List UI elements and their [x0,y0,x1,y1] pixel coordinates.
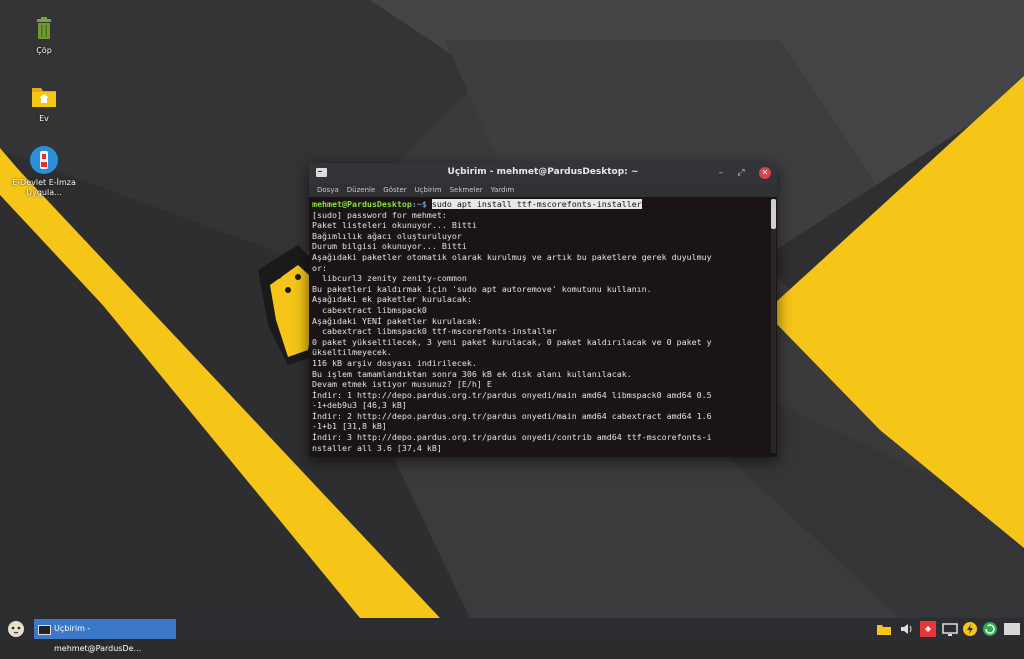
output-lines: [sudo] password for mehmet: Paket listel… [312,210,712,453]
show-desktop-icon[interactable] [1003,621,1020,637]
output-line: -1+deb9u3 [46,3 kB] [312,400,407,411]
usb-token-icon [30,146,58,174]
output-line: ükseltilmeyecek. [312,347,392,358]
desktop-icon-label: Çöp [36,46,52,55]
desktop-icon-label: E-Devlet E-İmza Uygula... [12,178,76,197]
menu-dosya[interactable]: Dosya [313,183,343,197]
output-line: Aşağıdaki YENİ paketler kurulacak: [312,315,482,326]
output-line: Devam etmek istiyor musunuz? [E/h] E [312,379,492,390]
anydesk-icon[interactable] [920,621,936,637]
output-line: 116 kB arşiv dosyası indirilecek. [312,357,477,368]
menu-duzenle[interactable]: Düzenle [343,183,380,197]
menu-goster[interactable]: Göster [379,183,410,197]
output-line: Bağımlılık ağacı oluşturuluyor [312,230,462,241]
trash-icon [30,14,58,42]
menu-yardim[interactable]: Yardım [487,183,519,197]
volume-icon[interactable] [898,621,914,637]
desktop-icon-edevlet[interactable]: E-Devlet E-İmza Uygula... [9,146,79,198]
pardus-logo-icon [8,621,24,637]
output-line: [sudo] password for mehmet: [312,209,447,220]
terminal-menubar: Dosya Düzenle Göster Uçbirim Sekmeler Ya… [309,183,777,197]
terminal-window[interactable]: Uçbirim - mehmet@PardusDesktop: ~ – ⤢ ✕ … [309,163,777,457]
output-line: İndir: 1 http://depo.pardus.org.tr/pardu… [312,389,712,400]
scrollbar-thumb[interactable] [771,199,776,229]
prompt-user: mehmet@PardusDesktop [312,199,412,209]
output-line: 0 paket yükseltilecek, 3 yeni paket kuru… [312,336,712,347]
task-label: Uçbirim - mehmet@PardusDe... [54,624,142,653]
menu-ucbirim[interactable]: Uçbirim [411,183,446,197]
output-line: İndir: 3 http://depo.pardus.org.tr/pardu… [312,432,712,443]
output-line: Durum bilgisi okunuyor... Bitti [312,241,467,252]
power-icon[interactable] [962,621,978,637]
taskbar: Uçbirim - mehmet@PardusDe... [0,618,1024,653]
taskbar-task-terminal[interactable]: Uçbirim - mehmet@PardusDe... [34,619,176,653]
output-line: Bu paketleri kaldırmak için 'sudo apt au… [312,283,652,294]
output-line: Aşağıdaki ek paketler kurulacak: [312,294,472,305]
folder-icon[interactable] [876,621,892,637]
output-line: Bu işlem tamamlandıktan sonra 306 kB ek … [312,368,632,379]
home-folder-icon [30,82,58,110]
output-line: -1+b1 [31,8 kB] [312,421,387,432]
desktop-icon-home[interactable]: Ev [9,82,79,124]
output-line: libcurl3 zenity zenity-common [321,273,467,284]
desktop-icon-trash[interactable]: Çöp [9,14,79,56]
output-line: Aşağıdaki paketler otomatik olarak kurul… [312,251,712,262]
output-line: cabextract libmspack0 ttf-mscorefonts-in… [321,326,557,337]
update-icon[interactable] [982,621,998,637]
minimize-button[interactable]: – [715,167,727,179]
prompt-path: :~$ [411,199,427,209]
close-button[interactable]: ✕ [759,167,771,179]
menu-sekmeler[interactable]: Sekmeler [446,183,487,197]
start-menu-button[interactable] [6,620,26,638]
output-line: Paket listeleri okunuyor... Bitti [312,220,477,231]
maximize-button[interactable]: ⤢ [735,167,747,179]
command-text: sudo apt install ttf-mscorefonts-install… [431,199,642,209]
terminal-output[interactable]: mehmet@PardusDesktop:~$ sudo apt install… [309,197,768,457]
output-line: nstaller all 3.6 [37,4 kB] [312,442,442,453]
terminal-icon [38,625,51,635]
scrollbar[interactable] [771,199,776,453]
desktop-icon-label: Ev [39,114,49,123]
output-line: cabextract libmspack0 [321,304,427,315]
output-line: or: [312,262,327,273]
window-title: Uçbirim - mehmet@PardusDesktop: ~ [447,167,639,177]
output-line: İndir: 2 http://depo.pardus.org.tr/pardu… [312,410,712,421]
display-icon[interactable] [942,621,958,637]
terminal-titlebar[interactable]: Uçbirim - mehmet@PardusDesktop: ~ – ⤢ ✕ [309,163,777,183]
